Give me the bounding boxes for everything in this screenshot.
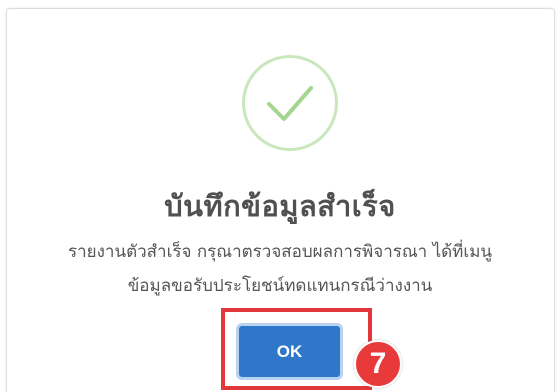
ok-button[interactable]: OK xyxy=(236,323,343,380)
dialog-message-line2: ข้อมูลขอรับประโยชน์ทดแทนกรณีว่างงาน xyxy=(127,276,433,296)
check-icon xyxy=(267,86,313,121)
screen: บันทึกข้อมูลสำเร็จ รายงานตัวสำเร็จ กรุณา… xyxy=(0,0,560,392)
success-icon-circle xyxy=(242,55,338,151)
dialog-title: บันทึกข้อมูลสำเร็จ xyxy=(164,189,396,223)
step-number-badge: 7 xyxy=(354,340,402,388)
dialog-message-line1: รายงานตัวสำเร็จ กรุณาตรวจสอบผลการพิจารณา… xyxy=(67,242,493,262)
